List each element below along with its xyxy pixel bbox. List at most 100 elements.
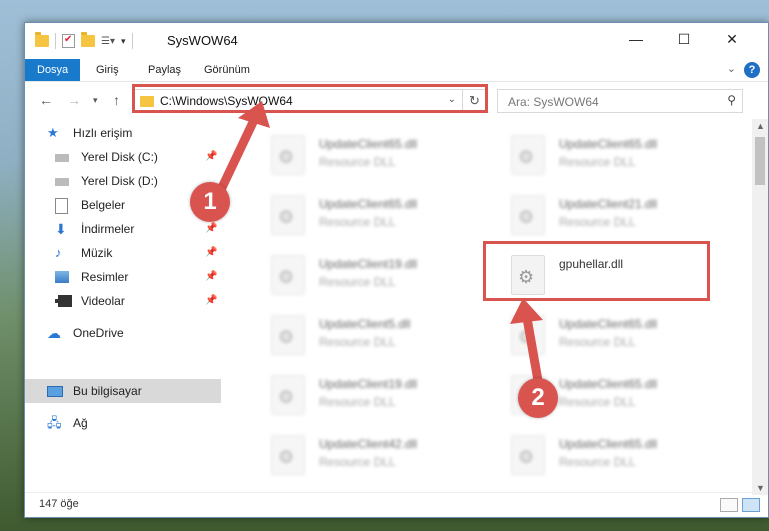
file-name: UpdateClient19.dll <box>319 257 418 271</box>
sidebar-item-label: OneDrive <box>73 326 124 340</box>
file-item[interactable]: UpdateClient21.dll Resource DLL <box>485 189 705 239</box>
pin-icon: 📌 <box>205 295 218 306</box>
file-name: UpdateClient65.dll <box>319 197 418 211</box>
dll-file-icon <box>271 195 305 235</box>
tab-file[interactable]: Dosya <box>25 59 81 81</box>
file-name: UpdateClient65.dll <box>319 137 418 151</box>
file-item[interactable]: UpdateClient65.dll Resource DLL <box>485 429 705 479</box>
sidebar-item-quick-access[interactable]: ★ Hızlı erişim <box>25 121 221 145</box>
recent-locations-icon[interactable]: ▾ <box>93 95 98 106</box>
folder-icon <box>35 32 49 47</box>
file-item[interactable]: UpdateClient65.dll Resource DLL <box>245 129 465 179</box>
sidebar-item-label: Yerel Disk (D:) <box>81 174 158 188</box>
help-icon[interactable]: ? <box>744 62 760 78</box>
pin-icon: 📌 <box>205 247 218 258</box>
file-list: UpdateClient65.dll Resource DLL UpdateCl… <box>221 119 741 495</box>
sidebar-item-downloads[interactable]: ⬇ İndirmeler 📌 <box>25 217 221 241</box>
cloud-icon: ☁ <box>47 325 61 341</box>
dll-file-icon <box>271 255 305 295</box>
sidebar-item-local-disk-d[interactable]: Yerel Disk (D:) <box>25 169 221 193</box>
file-description: Resource DLL <box>319 455 396 469</box>
file-description: Resource DLL <box>559 215 636 229</box>
tab-share[interactable]: Paylaş <box>140 59 189 81</box>
computer-icon <box>47 386 63 397</box>
file-item[interactable]: UpdateClient65.dll Resource DLL <box>245 189 465 239</box>
file-item[interactable]: UpdateClient5.dll Resource DLL <box>245 309 465 359</box>
file-description: Resource DLL <box>559 395 636 409</box>
item-count: 147 öğe <box>39 498 79 510</box>
sidebar-item-this-pc[interactable]: Bu bilgisayar <box>25 379 221 403</box>
sidebar-item-network[interactable]: 🖧 Ağ <box>25 411 221 435</box>
back-icon[interactable]: ← <box>39 92 53 108</box>
sidebar-item-label: Resimler <box>81 270 129 284</box>
address-highlight-box <box>132 84 488 113</box>
file-item[interactable]: UpdateClient19.dll Resource DLL <box>245 369 465 419</box>
sidebar-item-label: Hızlı erişim <box>73 126 133 140</box>
quick-access-toolbar: ☰▾ ▾ <box>35 32 133 49</box>
dropdown-icon[interactable]: ▾ <box>121 36 126 47</box>
file-name: UpdateClient19.dll <box>319 377 418 391</box>
dll-file-icon <box>271 315 305 355</box>
sidebar-item-label: Yerel Disk (C:) <box>81 150 158 164</box>
file-description: Resource DLL <box>559 155 636 169</box>
file-description: Resource DLL <box>559 455 636 469</box>
video-icon <box>55 295 72 307</box>
file-description: Resource DLL <box>319 395 396 409</box>
sidebar-item-onedrive[interactable]: ☁ OneDrive <box>25 321 221 345</box>
file-item[interactable]: UpdateClient65.dll Resource DLL <box>485 129 705 179</box>
music-icon: ♪ <box>55 245 62 260</box>
sidebar-item-music[interactable]: ♪ Müzik 📌 <box>25 241 221 265</box>
pin-icon: 📌 <box>205 151 218 162</box>
file-name: UpdateClient65.dll <box>559 137 658 151</box>
minimize-button[interactable]: — <box>613 23 659 55</box>
sidebar-item-pictures[interactable]: Resimler 📌 <box>25 265 221 289</box>
dll-file-icon <box>511 195 545 235</box>
document-icon <box>55 198 68 214</box>
file-item[interactable]: UpdateClient65.dll Resource DLL <box>485 309 705 359</box>
sidebar-item-label: Müzik <box>81 246 113 260</box>
download-icon: ⬇ <box>55 221 67 237</box>
tab-home[interactable]: Giriş <box>88 59 127 81</box>
step-badge-2: 2 <box>518 378 558 418</box>
customize-toolbar-icon[interactable]: ☰▾ <box>101 36 115 47</box>
file-item[interactable]: UpdateClient19.dll Resource DLL <box>245 249 465 299</box>
dll-file-icon <box>511 315 545 355</box>
vertical-scrollbar[interactable]: ▲ ▼ <box>752 119 768 495</box>
navigation-pane: ★ Hızlı erişim Yerel Disk (C:) 📌 Yerel D… <box>25 119 221 495</box>
dll-file-icon <box>511 135 545 175</box>
star-icon: ★ <box>47 125 59 140</box>
close-button[interactable]: ✕ <box>709 23 755 55</box>
expand-ribbon-icon[interactable]: ⌄ <box>727 62 736 75</box>
file-name: UpdateClient65.dll <box>559 437 658 451</box>
properties-icon[interactable] <box>62 34 75 48</box>
drive-icon <box>55 178 69 186</box>
search-box[interactable]: Ara: SysWOW64 ⚲ <box>497 89 743 113</box>
sidebar-item-local-disk-c[interactable]: Yerel Disk (C:) 📌 <box>25 145 221 169</box>
network-icon: 🖧 <box>47 415 62 430</box>
large-icons-view-icon[interactable] <box>742 498 760 512</box>
scroll-up-icon[interactable]: ▲ <box>756 121 765 131</box>
sidebar-item-videos[interactable]: Videolar 📌 <box>25 289 221 313</box>
details-view-icon[interactable] <box>720 498 738 512</box>
sidebar-item-label: Videolar <box>81 294 125 308</box>
step-badge-1: 1 <box>190 182 230 222</box>
tab-view[interactable]: Görünüm <box>196 59 258 81</box>
file-name: UpdateClient65.dll <box>559 377 658 391</box>
sidebar-item-label: Bu bilgisayar <box>73 384 142 398</box>
new-folder-icon[interactable] <box>81 32 95 47</box>
up-icon[interactable]: ↑ <box>113 92 120 108</box>
pin-icon: 📌 <box>205 271 218 282</box>
picture-icon <box>55 271 69 283</box>
sidebar-item-label: İndirmeler <box>81 222 135 236</box>
scrollbar-thumb[interactable] <box>755 137 765 185</box>
file-description: Resource DLL <box>319 335 396 349</box>
file-item[interactable]: UpdateClient42.dll Resource DLL <box>245 429 465 479</box>
forward-icon[interactable]: → <box>67 92 81 108</box>
ribbon-tabs: Dosya Giriş Paylaş Görünüm ⌄ ? <box>25 59 768 81</box>
drive-icon <box>55 154 69 162</box>
maximize-button[interactable]: ☐ <box>661 23 707 55</box>
search-icon: ⚲ <box>727 93 736 107</box>
file-description: Resource DLL <box>319 275 396 289</box>
sidebar-item-label: Belgeler <box>81 198 126 212</box>
file-description: Resource DLL <box>559 335 636 349</box>
